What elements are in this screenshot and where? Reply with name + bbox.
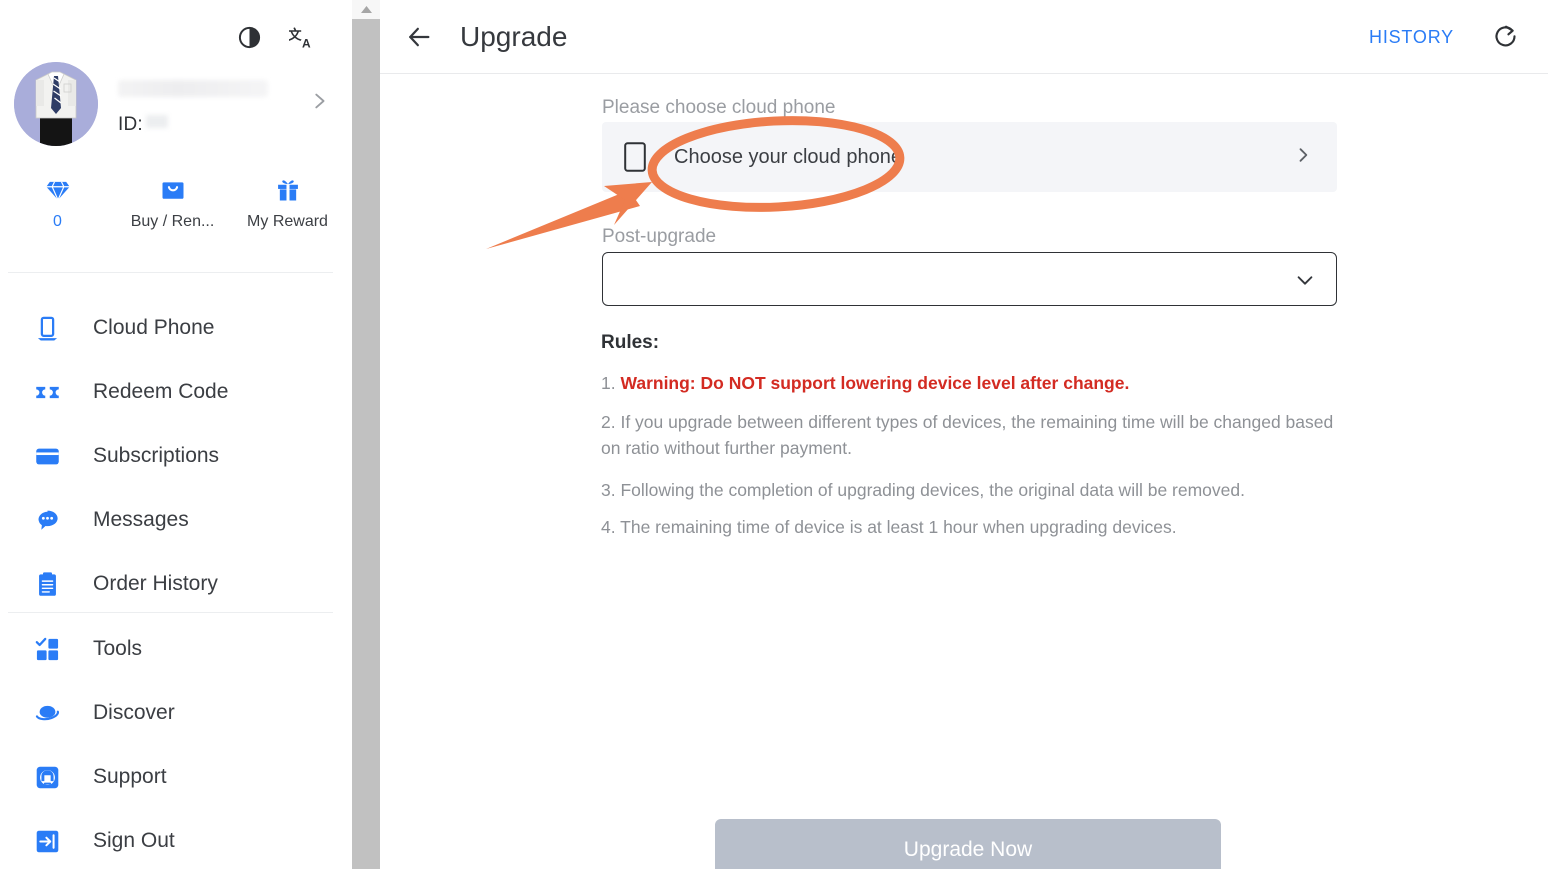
chevron-down-icon [1294, 269, 1316, 296]
app-root: 文 A ID: 0 Buy / Ren... My Reward Cloud P… [0, 0, 1548, 869]
planet-icon [32, 698, 62, 728]
gift-icon [277, 180, 298, 201]
chevron-right-icon [1293, 145, 1313, 170]
top-bar-actions: HISTORY [1369, 0, 1520, 74]
card-icon [32, 441, 62, 471]
sidebar-item-label: Messages [93, 508, 189, 531]
rule-text: Warning: Do NOT support lowering device … [620, 373, 1130, 393]
sidebar: 文 A ID: 0 Buy / Ren... My Reward Cloud P… [0, 0, 345, 869]
quick-actions: 0 Buy / Ren... My Reward [0, 176, 345, 231]
sidebar-item-sign-out[interactable]: Sign Out [0, 809, 345, 869]
sidebar-top-icons: 文 A [236, 24, 314, 50]
page-title: Upgrade [460, 20, 568, 52]
rule-number: 3. [601, 480, 621, 500]
rule-item: 2. If you upgrade between different type… [601, 409, 1341, 461]
phone-outline-icon [624, 142, 646, 172]
caret-up-icon[interactable] [352, 0, 380, 19]
sidebar-item-label: Support [93, 765, 167, 788]
sidebar-scrollbar[interactable] [345, 0, 380, 869]
quick-action-diamond[interactable]: 0 [0, 176, 115, 231]
quick-action-my-reward[interactable]: My Reward [230, 176, 345, 231]
diamond-icon [45, 181, 70, 201]
rule-text: Following the completion of upgrading de… [620, 480, 1245, 500]
quick-action-label: Buy / Ren... [130, 213, 215, 230]
profile-username [118, 80, 268, 97]
sidebar-item-label: Cloud Phone [93, 316, 215, 339]
choose-phone-label: Please choose cloud phone [602, 97, 836, 118]
choose-cloud-phone-row[interactable]: Choose your cloud phone [602, 122, 1337, 192]
arrow-left-icon[interactable] [402, 20, 436, 54]
sidebar-item-redeem-code[interactable]: Redeem Code [0, 360, 345, 424]
sidebar-menu-primary: Cloud Phone Redeem Code Subscriptions Me… [0, 296, 345, 616]
sidebar-item-order-history[interactable]: Order History [0, 552, 345, 616]
post-upgrade-label: Post-upgrade [602, 226, 717, 247]
sidebar-divider [8, 272, 333, 273]
sidebar-item-subscriptions[interactable]: Subscriptions [0, 424, 345, 488]
top-bar: Upgrade HISTORY [380, 0, 1548, 74]
quick-action-label: 0 [53, 213, 62, 230]
sidebar-item-tools[interactable]: Tools [0, 617, 345, 681]
upgrade-form: Please choose cloud phone Choose your cl… [380, 74, 1548, 869]
rules-heading: Rules: [601, 332, 660, 353]
headset-support-icon [32, 762, 62, 792]
rule-number: 2. [601, 412, 621, 432]
post-upgrade-select[interactable] [602, 252, 1337, 306]
sidebar-item-messages[interactable]: Messages [0, 488, 345, 552]
choose-cloud-phone-placeholder: Choose your cloud phone [674, 145, 902, 168]
sidebar-item-discover[interactable]: Discover [0, 681, 345, 745]
theme-toggle-icon[interactable] [236, 24, 262, 50]
rule-item: 1. Warning: Do NOT support lowering devi… [601, 370, 1341, 396]
sidebar-item-label: Redeem Code [93, 380, 229, 403]
quick-action-buy-renew[interactable]: Buy / Ren... [115, 176, 230, 231]
shopping-bag-icon [162, 182, 183, 199]
upgrade-now-button[interactable]: Upgrade Now [715, 819, 1221, 869]
avatar [14, 62, 98, 146]
grid-tools-icon [32, 634, 62, 664]
profile-id: ID: [118, 114, 168, 136]
rule-text: The remaining time of device is at least… [620, 517, 1177, 537]
rule-item: 4. The remaining time of device is at le… [601, 514, 1341, 540]
quick-action-label: My Reward [247, 213, 328, 230]
sidebar-item-label: Discover [93, 701, 175, 724]
history-button[interactable]: HISTORY [1369, 27, 1454, 48]
ticket-icon [32, 377, 62, 407]
sidebar-item-label: Subscriptions [93, 444, 220, 467]
rule-text: If you upgrade between different types o… [601, 412, 1334, 458]
main-panel: Upgrade HISTORY Please choose cloud phon… [380, 0, 1548, 869]
svg-text:文: 文 [289, 26, 302, 43]
rule-number: 4. [601, 517, 621, 537]
sidebar-item-cloud-phone[interactable]: Cloud Phone [0, 296, 345, 360]
rule-item: 3. Following the completion of upgrading… [601, 477, 1341, 503]
rule-number: 1. [601, 373, 621, 393]
translate-icon[interactable]: 文 A [288, 24, 314, 50]
profile-block[interactable]: ID: [14, 62, 334, 154]
message-bubble-icon [32, 505, 62, 535]
sidebar-item-label: Tools [93, 637, 143, 660]
chevron-right-icon[interactable] [308, 90, 330, 117]
sidebar-item-label: Sign Out [93, 829, 175, 852]
cloud-phone-icon [32, 313, 62, 343]
refresh-icon[interactable] [1490, 22, 1520, 52]
profile-id-value [145, 115, 168, 128]
sidebar-menu-secondary: Tools Discover Support Sign Out [0, 617, 345, 869]
sign-out-icon [32, 826, 62, 856]
scrollbar-thumb[interactable] [352, 19, 380, 869]
sidebar-item-support[interactable]: Support [0, 745, 345, 809]
sidebar-item-label: Order History [93, 572, 218, 595]
profile-id-label: ID: [118, 114, 143, 135]
clipboard-icon [32, 569, 62, 599]
svg-text:A: A [302, 36, 311, 50]
